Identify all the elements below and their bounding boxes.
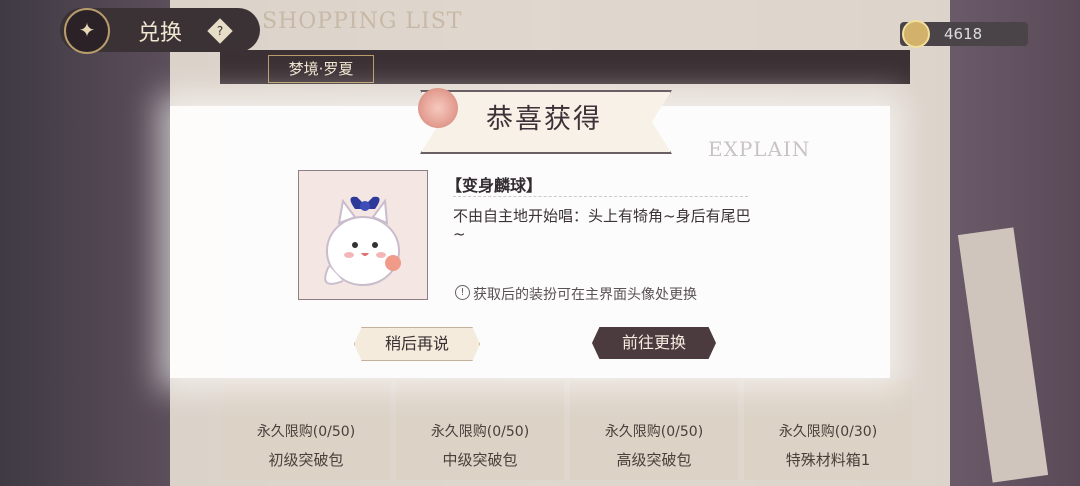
shopping-list-title: SHOPPING LIST [262,9,463,34]
dialog-title: 恭喜获得 [486,104,602,135]
tip-text: 获取后的装扮可在主界面头像处更换 [473,287,697,303]
card-limit: 永久限购(0/50) [430,424,530,440]
card-limit: 永久限购(0/50) [604,424,704,440]
card-limit: 永久限购(0/50) [256,424,356,440]
card-name: 高级突破包 [616,451,692,469]
item-portrait [298,170,428,300]
card-limit: 永久限购(0/30) [778,424,878,440]
explain-watermark: EXPLAIN [708,137,811,161]
ghost-cat-icon [324,196,401,286]
tab-dreamland[interactable]: 梦境·罗夏 [268,55,374,83]
exclamation-circle-icon: ! [455,285,470,300]
page-title: 兑换 [138,21,183,46]
card-name: 中级突破包 [442,451,518,469]
butterfly-emblem-icon[interactable]: ✦ [64,8,110,54]
divider [453,196,748,197]
card-name: 特殊材料箱1 [785,451,871,469]
help-icon[interactable]: ? [207,18,233,44]
go-change-button[interactable]: 前往更换 [592,327,716,359]
later-button[interactable]: 稍后再说 [354,327,480,361]
item-name: 【变身麟球】 [446,176,543,195]
coin-icon [902,20,930,48]
card-name: 初级突破包 [268,451,344,469]
currency-value: 4618 [944,25,983,43]
item-description: 不由自主地开始唱：头上有犄角~身后有尾巴~ [453,207,751,243]
